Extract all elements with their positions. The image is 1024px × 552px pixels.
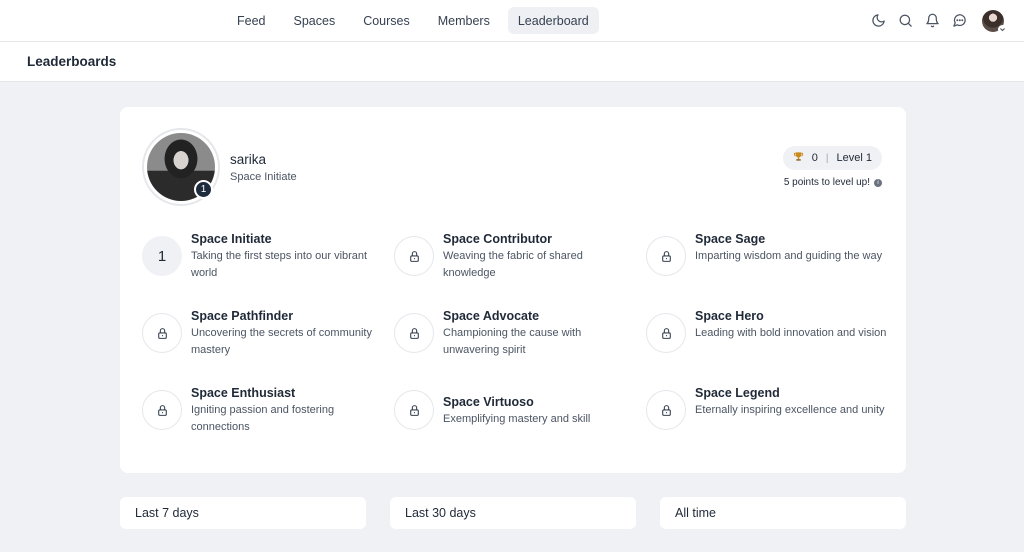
level-description: Exemplifying mastery and skill bbox=[443, 413, 591, 425]
pill-divider: | bbox=[825, 152, 829, 164]
page-title: Leaderboards bbox=[27, 54, 117, 69]
search-icon[interactable] bbox=[895, 7, 916, 34]
nav-members[interactable]: Members bbox=[428, 7, 500, 34]
levels-grid: 1 Space Initiate Taking the first steps … bbox=[142, 231, 886, 438]
level-description: Championing the cause with unwavering sp… bbox=[443, 327, 582, 356]
level-title: Space Initiate bbox=[191, 232, 272, 246]
user-rank: Space Initiate bbox=[230, 171, 297, 183]
current-level-number: 1 bbox=[142, 236, 182, 276]
level-description: Eternally inspiring excellence and unity bbox=[695, 404, 885, 416]
lock-icon bbox=[394, 390, 434, 430]
level-description: Taking the first steps into our vibrant … bbox=[191, 250, 368, 279]
points-level-pill: 0 | Level 1 bbox=[782, 146, 882, 170]
main-nav: Feed Spaces Courses Members Leaderboard bbox=[227, 7, 599, 34]
moon-icon[interactable] bbox=[868, 7, 889, 34]
level-item: 1 Space Initiate Taking the first steps … bbox=[142, 231, 394, 284]
lock-icon bbox=[646, 313, 686, 353]
user-avatar-menu[interactable] bbox=[982, 9, 1007, 34]
level-title: Space Pathfinder bbox=[191, 309, 294, 323]
chat-icon[interactable] bbox=[949, 7, 970, 34]
level-title: Space Legend bbox=[695, 386, 780, 400]
level-description: Igniting passion and fostering connectio… bbox=[191, 404, 335, 433]
level-title: Space Enthusiast bbox=[191, 386, 296, 400]
level-description: Leading with bold innovation and vision bbox=[695, 327, 887, 339]
nav-leaderboard[interactable]: Leaderboard bbox=[507, 7, 599, 34]
chevron-down-icon bbox=[998, 24, 1007, 34]
level-up-text: 5 points to level up! bbox=[783, 177, 870, 188]
level-item: Space Virtuoso Exemplifying mastery and … bbox=[394, 385, 646, 438]
top-actions bbox=[868, 7, 1007, 34]
level-description: Weaving the fabric of shared knowledge bbox=[443, 250, 583, 279]
period-all-time[interactable]: All time bbox=[660, 497, 906, 529]
level-item: Space Advocate Championing the cause wit… bbox=[394, 308, 646, 361]
nav-feed[interactable]: Feed bbox=[227, 7, 276, 34]
points-value: 0 bbox=[811, 152, 818, 164]
trophy-icon bbox=[793, 151, 804, 165]
lock-icon bbox=[646, 390, 686, 430]
info-icon[interactable]: i bbox=[874, 178, 882, 187]
level-item: Space Contributor Weaving the fabric of … bbox=[394, 231, 646, 284]
level-title: Space Virtuoso bbox=[443, 395, 534, 409]
nav-courses[interactable]: Courses bbox=[353, 7, 420, 34]
period-last-7-days[interactable]: Last 7 days bbox=[120, 497, 366, 529]
lock-icon bbox=[394, 236, 434, 276]
avatar-level-badge: 1 bbox=[194, 180, 213, 199]
lock-icon bbox=[142, 313, 182, 353]
level-description: Imparting wisdom and guiding the way bbox=[695, 250, 883, 262]
level-title: Space Hero bbox=[695, 309, 764, 323]
level-item: Space Sage Imparting wisdom and guiding … bbox=[646, 231, 886, 284]
nav-spaces[interactable]: Spaces bbox=[284, 7, 346, 34]
level-description: Uncovering the secrets of community mast… bbox=[191, 327, 372, 356]
user-name: sarika bbox=[230, 152, 267, 167]
level-title: Space Advocate bbox=[443, 309, 540, 323]
level-label: Level 1 bbox=[836, 152, 872, 164]
level-item: Space Hero Leading with bold innovation … bbox=[646, 308, 886, 361]
top-navigation: Feed Spaces Courses Members Leaderboard bbox=[0, 0, 1024, 42]
lock-icon bbox=[142, 390, 182, 430]
level-item: Space Legend Eternally inspiring excelle… bbox=[646, 385, 886, 438]
bell-icon[interactable] bbox=[922, 7, 943, 34]
lock-icon bbox=[394, 313, 434, 353]
level-title: Space Contributor bbox=[443, 232, 553, 246]
level-title: Space Sage bbox=[695, 232, 766, 246]
level-item: Space Pathfinder Uncovering the secrets … bbox=[142, 308, 394, 361]
page-header: Leaderboards bbox=[0, 42, 1024, 82]
level-item: Space Enthusiast Igniting passion and fo… bbox=[142, 385, 394, 438]
period-last-30-days[interactable]: Last 30 days bbox=[390, 497, 636, 529]
lock-icon bbox=[646, 236, 686, 276]
level-up-hint: 5 points to level up! i bbox=[784, 177, 882, 188]
leaderboard-profile-card: 1 sarika Space Initiate 0 | Level 1 5 po… bbox=[120, 107, 906, 473]
